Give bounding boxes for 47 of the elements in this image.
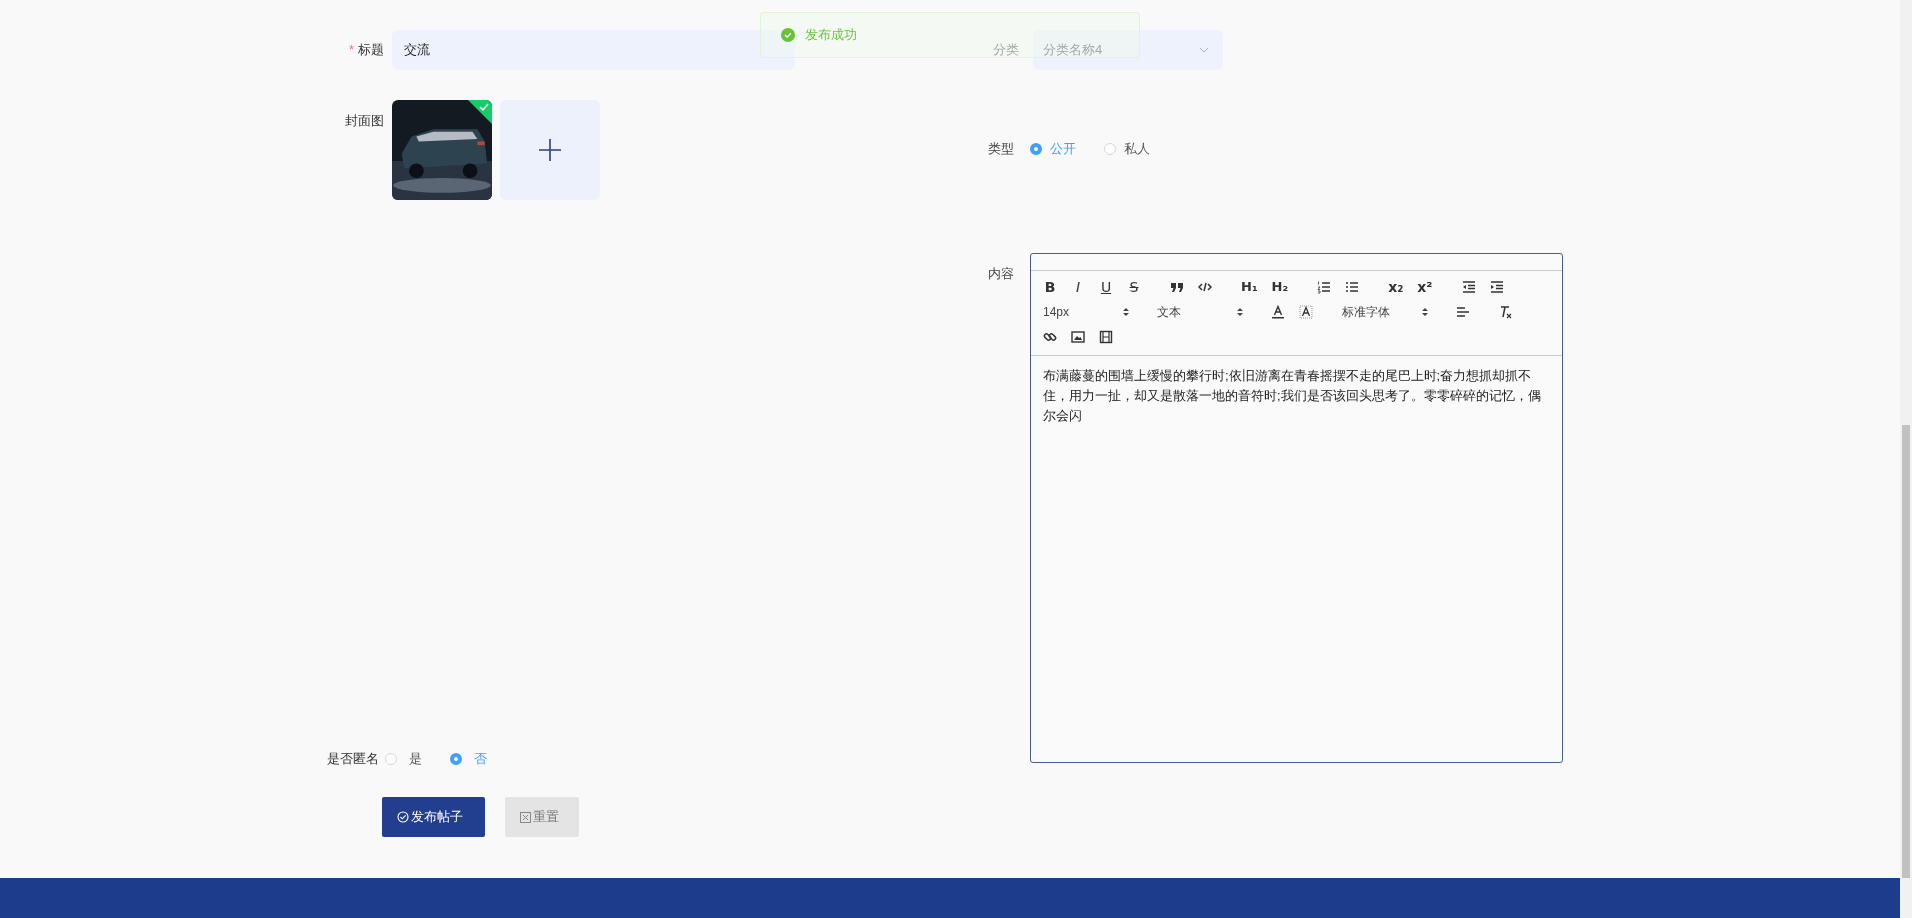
radio-button[interactable] xyxy=(1030,143,1042,155)
underline-button[interactable]: U xyxy=(1099,279,1113,295)
radio-button[interactable] xyxy=(450,753,462,765)
code-icon[interactable] xyxy=(1198,280,1212,294)
radio-label[interactable]: 私人 xyxy=(1124,140,1150,158)
anonymous-label: 是否匿名 xyxy=(327,750,379,768)
publish-button[interactable]: 发布帖子 xyxy=(382,797,485,837)
radio-label[interactable]: 是 xyxy=(409,750,422,768)
heading-button[interactable]: H₁ xyxy=(1241,279,1258,295)
clear-format-icon[interactable] xyxy=(1499,305,1513,319)
success-icon xyxy=(781,28,795,42)
italic-button[interactable]: I xyxy=(1071,279,1085,295)
image-icon[interactable] xyxy=(1071,330,1085,344)
link-icon[interactable] xyxy=(1043,330,1057,344)
highlight-icon[interactable] xyxy=(1299,305,1313,319)
strikethrough-button[interactable]: S xyxy=(1127,279,1141,295)
text-color-icon[interactable] xyxy=(1271,305,1285,319)
quote-icon[interactable] xyxy=(1170,280,1184,294)
check-circle-icon xyxy=(397,811,409,823)
title-field[interactable]: 交流 xyxy=(392,30,795,70)
outdent-icon[interactable] xyxy=(1461,280,1476,294)
cover-label: 封面图 xyxy=(345,113,384,128)
type-label: 类型 xyxy=(988,140,1015,158)
chevron-down-icon xyxy=(1199,47,1209,53)
sort-arrows-icon xyxy=(1123,307,1129,317)
toolbar-dropdown[interactable]: 14px xyxy=(1043,305,1129,319)
align-icon[interactable] xyxy=(1456,305,1470,319)
editor-text: 布满藤蔓的围墙上缓慢的攀行时;依旧游离在青春摇摆不走的尾巴上时;奋力想抓却抓不住，用力一扯，却又是散落一地的音符时;我们是否该回头思考了。零零碎碎的记忆，偶尔会闪 xyxy=(1043,367,1542,425)
bullet-list-icon[interactable] xyxy=(1345,280,1360,294)
script-button[interactable]: x₂ xyxy=(1388,279,1404,295)
sort-arrows-icon xyxy=(1237,307,1243,317)
content-label: 内容 xyxy=(988,265,1015,283)
title-label: 标题 xyxy=(358,42,384,57)
heading-button[interactable]: H₂ xyxy=(1271,279,1289,295)
category-label: 分类 xyxy=(993,41,1020,59)
sort-arrows-icon xyxy=(1422,307,1428,317)
script-button[interactable]: x² xyxy=(1417,279,1433,295)
close-box-icon xyxy=(520,811,531,823)
indent-icon[interactable] xyxy=(1489,280,1504,294)
toolbar-dropdown[interactable]: 标准字体 xyxy=(1342,303,1428,321)
toolbar-dropdown[interactable]: 文本 xyxy=(1157,303,1243,321)
video-icon[interactable] xyxy=(1099,330,1113,344)
ordered-list-icon[interactable] xyxy=(1317,280,1332,294)
reset-button[interactable]: 重置 xyxy=(505,797,579,837)
bold-button[interactable]: B xyxy=(1043,279,1057,295)
plus-icon xyxy=(538,138,562,162)
required-mark: * xyxy=(348,42,354,57)
